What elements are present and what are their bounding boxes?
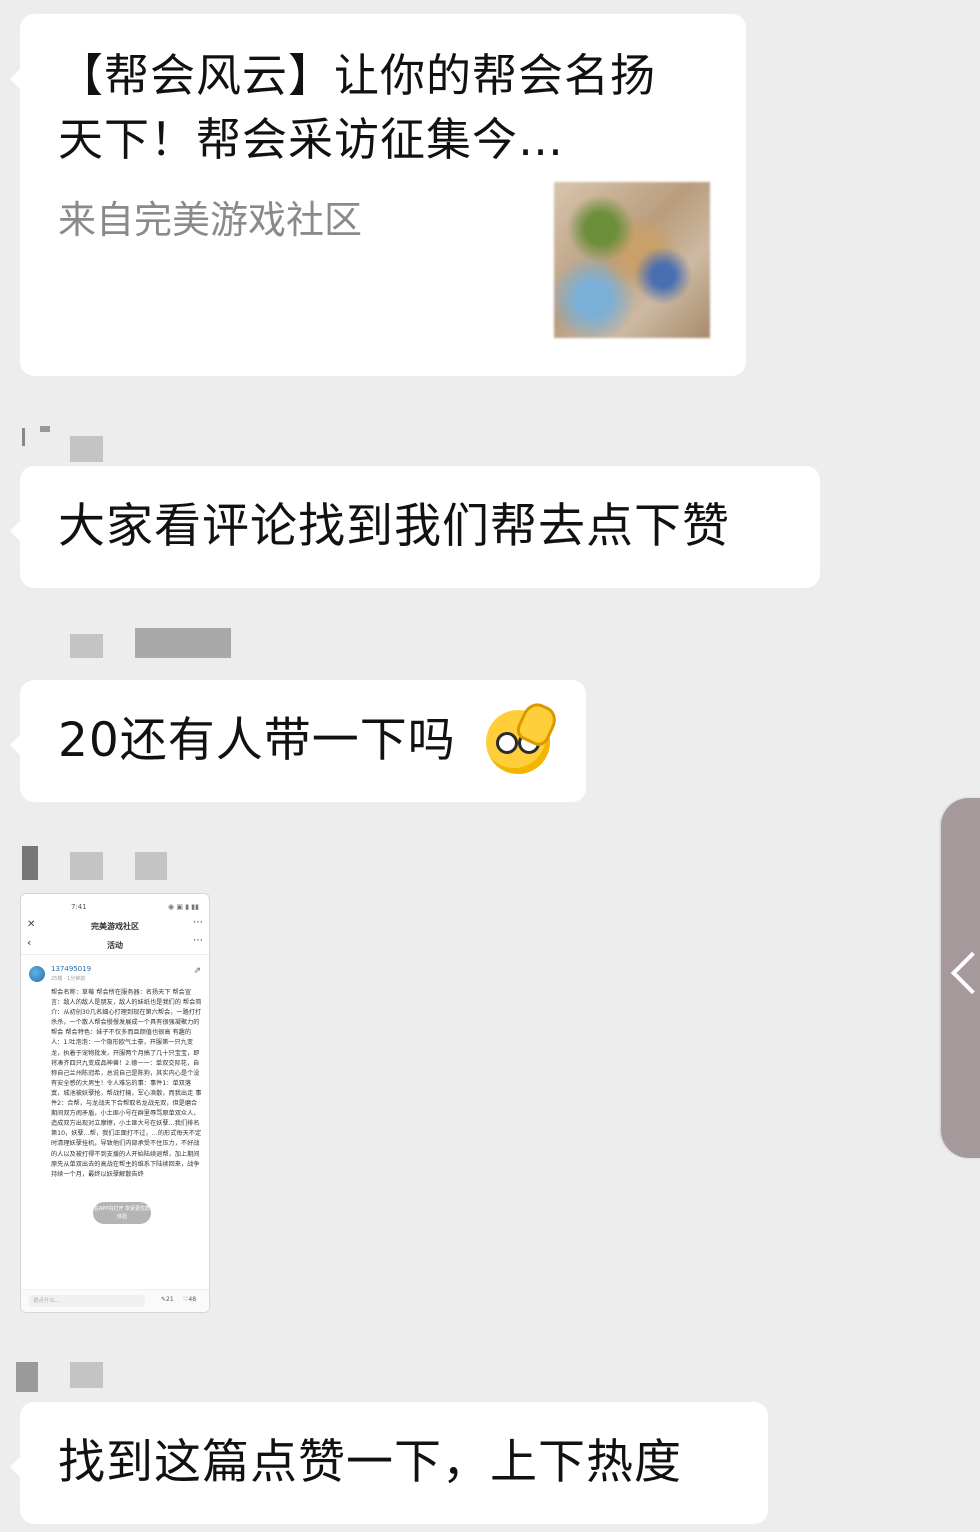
status-time: 7:41	[71, 903, 87, 911]
app-title: 完美游戏社区	[91, 922, 139, 931]
sender-name-blurred	[70, 436, 103, 462]
post-body: 帮会名称：草莓 帮会所在服务器：名扬天下 帮会宣言：敌人的敌人是朋友，敌人的妹纸…	[51, 989, 202, 1178]
chevron-left-icon	[950, 951, 980, 995]
sender-avatar-blurred	[22, 428, 25, 446]
comment-count-value: 21	[166, 1296, 174, 1303]
sender-avatar-blurred	[22, 846, 38, 880]
sender-avatar-blurred	[16, 1362, 38, 1392]
sender-name-blurred	[70, 852, 103, 880]
like-count-value: 48	[188, 1296, 197, 1303]
like-count: ♡48	[183, 1296, 197, 1303]
chat-message[interactable]: 找到这篇点赞一下，上下热度	[10, 1402, 768, 1524]
sender-name-blurred	[70, 634, 103, 658]
sender-avatar-blurred	[40, 426, 50, 432]
floating-side-tab[interactable]	[941, 798, 980, 1158]
share-icon: ⇗	[193, 966, 201, 976]
link-card-title: 【帮会风云】让你的帮会名扬天下！帮会采访征集今…	[58, 49, 657, 166]
page-nav-bar: ‹ 活动 ⋯	[21, 935, 209, 955]
avatar	[29, 966, 45, 982]
comment-input: 说点什么...	[29, 1295, 145, 1307]
link-card-thumbnail	[554, 182, 710, 338]
page-title: 活动	[107, 941, 123, 950]
open-in-app-overlay: 在APP内打开 享受更优质体验	[93, 1202, 151, 1224]
sender-name-blurred	[135, 852, 167, 880]
post-floor-time: 25楼 · 1分钟前	[51, 976, 86, 982]
app-title-bar: ✕ 完美游戏社区 ⋯	[21, 918, 209, 936]
link-card-source: 来自完美游戏社区	[58, 198, 363, 242]
link-card-message[interactable]: 【帮会风云】让你的帮会名扬天下！帮会采访征集今… 来自完美游戏社区	[10, 14, 746, 376]
user-id: 137495019	[51, 965, 92, 973]
message-text: 大家看评论找到我们帮去点下赞	[58, 499, 730, 554]
chat-message[interactable]: 20还有人带一下吗	[10, 680, 586, 802]
message-text: 找到这篇点赞一下，上下热度	[58, 1435, 682, 1490]
more-icon: ⋯	[193, 935, 203, 946]
image-message-screenshot[interactable]: 7:41 ◉ ▣ ▮ ▮▮ ✕ 完美游戏社区 ⋯ ‹ 活动 ⋯ 13749501…	[20, 893, 210, 1313]
comment-bar: 说点什么... ✎21 ♡48	[21, 1289, 209, 1312]
more-icon: ⋯	[193, 917, 203, 928]
comment-count: ✎21	[161, 1296, 174, 1303]
sender-name-blurred	[135, 628, 231, 658]
sender-name-blurred	[70, 1362, 103, 1388]
message-text: 20还有人带一下吗	[58, 713, 456, 768]
status-icons: ◉ ▣ ▮ ▮▮	[168, 903, 199, 911]
chat-message[interactable]: 大家看评论找到我们帮去点下赞	[10, 466, 820, 588]
